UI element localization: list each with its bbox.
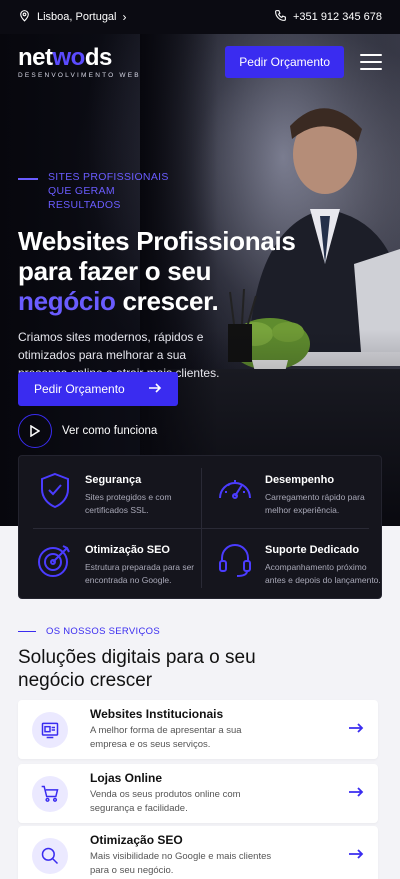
services-eyebrow: OS NOSSOS SERVIÇOS [18,626,160,637]
logo-text-2: wo [52,43,86,71]
logo-text-1: net [18,43,53,71]
hero-quote-label: Pedir Orçamento [34,382,125,396]
speedometer-icon [215,470,255,510]
header-quote-button[interactable]: Pedir Orçamento [225,46,344,78]
location-text: Lisboa, Portugal [37,11,117,23]
service-title: Websites Institucionais [90,707,224,721]
how-it-works-link[interactable]: Ver como funciona [18,414,157,448]
feature-desc: Estrutura preparada para ser encontrada … [85,562,195,585]
service-title: Otimização SEO [90,833,183,847]
hero-eyebrow: SITES PROFISSIONAIS QUE GERAM RESULTADOS [18,170,318,212]
how-it-works-label: Ver como funciona [62,425,158,437]
arrow-right-icon [348,721,364,739]
arrow-right-icon [148,382,162,397]
location-pin-icon [18,9,31,25]
feature-title: Desempenho [265,474,335,486]
phone-icon [274,9,287,25]
feature-security: Segurança Sites protegidos e com certifi… [19,456,199,526]
hero-eyebrow-text: SITES PROFISSIONAIS QUE GERAM RESULTADOS [48,171,169,211]
service-card[interactable]: Lojas Online Venda os seus produtos onli… [18,764,378,823]
phone-text: +351 912 345 678 [292,11,382,23]
search-icon [32,837,68,874]
service-card[interactable]: Websites Institucionais A melhor forma d… [18,700,378,759]
hero-title: Websites Profissionais para fazer o seu … [18,226,318,316]
hamburger-menu-icon[interactable] [360,54,382,70]
location-link[interactable]: Lisboa, Portugal › [18,9,127,25]
chevron-right-icon: › [122,10,127,24]
service-card[interactable]: Otimização SEO Mais visibilidade no Goog… [18,826,378,879]
feature-desc: Acompanhamento próximo antes e depois do… [265,562,381,585]
feature-seo: Otimização SEO Estrutura preparada para … [19,526,199,596]
hero-content: SITES PROFISSIONAIS QUE GERAM RESULTADOS… [18,170,318,448]
hero-title-line1: Websites Profissionais [18,226,296,256]
cart-icon [32,775,68,812]
top-bar: Lisboa, Portugal › +351 912 345 678 [0,0,400,34]
service-desc: Venda os seus produtos online com segura… [90,789,241,814]
service-title: Lojas Online [90,771,163,785]
feature-performance: Desempenho Carregamento rápido para melh… [199,456,379,526]
feature-title: Segurança [85,474,142,486]
logo[interactable]: netwods DESENVOLVIMENTO WEB [18,43,141,79]
hero-title-line2: para fazer o seu [18,256,212,286]
feature-desc: Carregamento rápido para melhor experiên… [265,492,365,515]
services-eyebrow-text: OS NOSSOS SERVIÇOS [46,626,160,637]
feature-desc: Sites protegidos e com certificados SSL. [85,492,172,515]
services-title: Soluções digitais para o seu negócio cre… [18,647,256,691]
logo-tagline: DESENVOLVIMENTO WEB [18,71,141,79]
service-desc: Mais visibilidade no Google e mais clien… [90,851,272,876]
phone-link[interactable]: +351 912 345 678 [274,9,382,25]
headset-icon [215,540,255,580]
hero-quote-button[interactable]: Pedir Orçamento [18,372,178,406]
play-icon [18,414,52,448]
hero-title-accent: negócio [18,286,116,316]
site-header: netwods DESENVOLVIMENTO WEB Pedir Orçame… [0,34,400,90]
arrow-right-icon [348,785,364,803]
service-desc: A melhor forma de apresentar a sua empre… [90,725,242,750]
feature-title: Suporte Dedicado [265,544,360,556]
feature-title: Otimização SEO [85,544,170,556]
website-icon [32,711,68,748]
logo-text-3: ds [84,43,113,71]
features-card: Segurança Sites protegidos e com certifi… [18,455,382,599]
target-icon [35,540,75,580]
shield-check-icon [35,470,75,510]
hero-title-end: crescer. [115,286,219,316]
feature-support: Suporte Dedicado Acompanhamento próximo … [199,526,381,596]
arrow-right-icon [348,847,364,865]
